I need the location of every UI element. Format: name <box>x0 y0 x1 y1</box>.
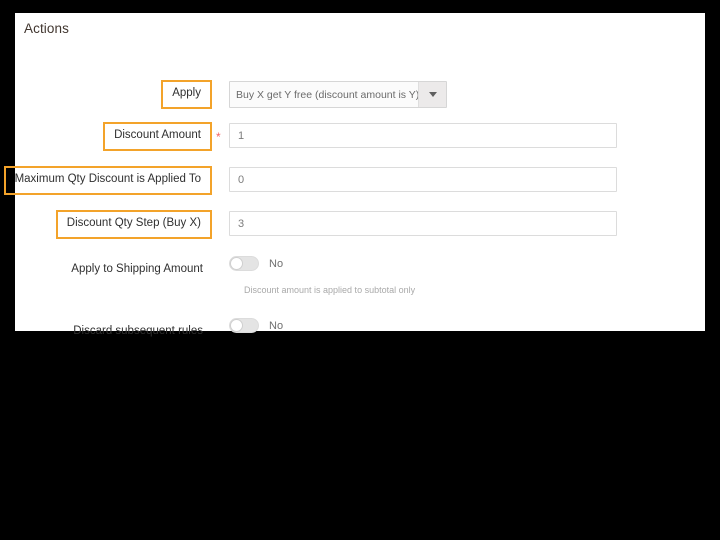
input-maximum-qty-discount-is-applied-to[interactable]: 0 <box>229 167 617 192</box>
toggle-wrapper: No <box>229 318 283 333</box>
field-label-wrapper: Discard subsequent rules <box>73 321 212 339</box>
field-control: No <box>229 318 283 333</box>
field-label-wrapper: Discount Amount <box>103 122 212 151</box>
label-apply: Apply <box>161 80 212 109</box>
toggle-discard-subsequent-rules[interactable] <box>229 318 259 333</box>
label-discount-qty-step-buy-x: Discount Qty Step (Buy X) <box>55 210 212 239</box>
toggle-wrapper: No <box>229 256 283 271</box>
field-label-wrapper: Apply to Shipping Amount <box>71 259 212 277</box>
field-label-wrapper: Apply <box>161 80 212 109</box>
input-discount-amount[interactable]: 1 <box>229 123 617 148</box>
field-help-text: Discount amount is applied to subtotal o… <box>244 285 416 295</box>
label-maximum-qty-discount-is-applied-to: Maximum Qty Discount is Applied To <box>3 166 212 195</box>
input-value: 1 <box>238 129 245 142</box>
input-value: 3 <box>238 217 245 230</box>
field-label-wrapper: Discount Qty Step (Buy X) <box>55 210 212 239</box>
label-discard-subsequent-rules: Discard subsequent rules <box>73 325 203 337</box>
toggle-state-label: No <box>269 319 284 332</box>
toggle-state-label: No <box>269 257 284 270</box>
toggle-knob <box>230 319 243 332</box>
toggle-apply-to-shipping-amount[interactable] <box>229 256 259 271</box>
field-label-wrapper: Maximum Qty Discount is Applied To <box>3 166 212 195</box>
field-control: 3 <box>229 211 617 236</box>
input-value: 0 <box>238 173 245 186</box>
select-selected-value: Buy X get Y free (discount amount is Y) <box>230 82 418 107</box>
label-discount-amount: Discount Amount <box>103 122 212 151</box>
screen: Actions Apply Buy X get Y free (discount … <box>0 0 720 540</box>
actions-panel: Actions Apply Buy X get Y free (discount … <box>3 13 705 337</box>
select-apply[interactable]: Buy X get Y free (discount amount is Y) <box>229 81 447 108</box>
field-control: No <box>229 256 283 271</box>
label-apply-to-shipping-amount: Apply to Shipping Amount <box>71 263 203 275</box>
required-indicator: * <box>216 130 221 144</box>
field-control: 1 <box>229 123 617 148</box>
field-control: 0 <box>229 167 617 192</box>
input-discount-qty-step-buy-x[interactable]: 3 <box>229 211 617 236</box>
caret-glyph <box>428 92 437 97</box>
page-title: Actions <box>24 21 69 36</box>
toggle-knob <box>230 257 243 270</box>
chevron-down-icon[interactable] <box>418 82 446 107</box>
field-control: Buy X get Y free (discount amount is Y) <box>229 81 447 108</box>
